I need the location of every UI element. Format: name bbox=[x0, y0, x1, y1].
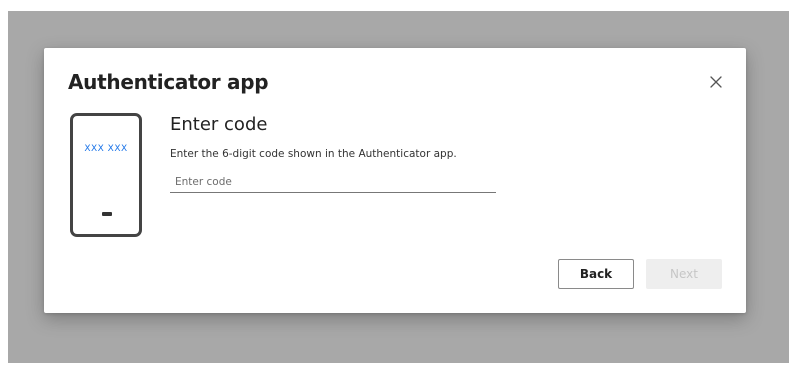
code-input[interactable] bbox=[170, 173, 496, 193]
phone-icon: XXX XXX bbox=[70, 113, 142, 237]
enter-code-section: Enter code Enter the 6-digit code shown … bbox=[170, 114, 500, 193]
next-button[interactable]: Next bbox=[646, 259, 722, 289]
phone-code-text: XXX XXX bbox=[84, 144, 128, 154]
back-button[interactable]: Back bbox=[558, 259, 634, 289]
instruction-text: Enter the 6-digit code shown in the Auth… bbox=[170, 148, 457, 160]
close-button[interactable] bbox=[704, 70, 728, 94]
phone-home-button bbox=[102, 212, 112, 216]
dialog-title: Authenticator app bbox=[68, 70, 269, 94]
close-icon bbox=[710, 76, 722, 88]
section-heading: Enter code bbox=[170, 114, 268, 135]
authenticator-dialog: Authenticator app XXX XXX Enter code Ent… bbox=[44, 48, 746, 313]
